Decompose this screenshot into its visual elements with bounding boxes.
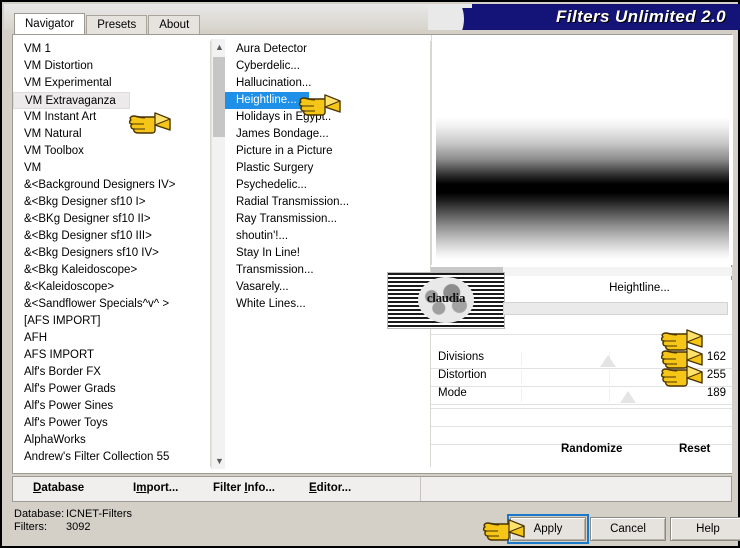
category-list-item[interactable]: &<Background Designers IV>	[13, 177, 210, 194]
tab-about[interactable]: About	[148, 15, 201, 34]
category-list[interactable]: VM 1 VM Distortion VM Experimental VM Extra…	[13, 35, 210, 473]
category-list-item[interactable]: Alf's Power Toys	[13, 415, 210, 432]
slider-label: Distortion	[438, 369, 487, 381]
apply-button[interactable]: Apply	[507, 514, 589, 544]
category-list-item[interactable]: [AFS IMPORT]	[13, 313, 210, 330]
preview-gradient	[436, 117, 729, 260]
filter-list-item[interactable]: Heightline...	[225, 92, 309, 109]
category-list-item[interactable]: &<Sandflower Specials^v^ >	[13, 296, 210, 313]
category-list-item[interactable]: AFH	[13, 330, 210, 347]
slider-thumb[interactable]	[599, 355, 616, 367]
filter-info-button[interactable]: Filter Info...	[213, 482, 275, 494]
tab-strip: Navigator Presets About	[14, 13, 201, 34]
cancel-button[interactable]: Cancel	[590, 517, 666, 541]
filter-title: Heightline...	[609, 282, 670, 294]
slider-thumb[interactable]	[668, 373, 684, 385]
separator-line	[431, 334, 732, 335]
reset-button[interactable]: Reset	[679, 443, 710, 455]
filter-list-item[interactable]: Aura Detector	[225, 41, 421, 58]
filter-list-item[interactable]: Cyberdelic...	[225, 58, 421, 75]
editor-button[interactable]: Editor...	[309, 482, 351, 494]
separator-line	[431, 426, 732, 427]
category-list-item[interactable]: Alf's Power Grads	[13, 381, 210, 398]
status-area: Database: ICNET-Filters Filters: 3092	[14, 508, 132, 534]
slider-thumb[interactable]	[619, 391, 636, 403]
slider-value: 255	[706, 369, 726, 381]
filter-list-item[interactable]: James Bondage...	[225, 126, 421, 143]
category-list-item[interactable]: VM Experimental	[13, 75, 210, 92]
category-list-item[interactable]: Alf's Border FX	[13, 364, 210, 381]
banner-curve-decoration-2	[428, 4, 472, 8]
filter-thumbnail: claudia	[387, 272, 505, 329]
status-filters-value: 3092	[66, 521, 91, 533]
category-list-item[interactable]: &<Bkg Designers sf10 IV>	[13, 245, 210, 262]
slider-label: Mode	[438, 387, 467, 399]
navigator-panel: VM 1 VM Distortion VM Experimental VM Extra…	[12, 34, 733, 474]
slider-tick	[521, 352, 522, 366]
category-list-item[interactable]: VM Natural	[13, 126, 210, 143]
category-list-item[interactable]: VM Extravaganza	[13, 92, 130, 109]
help-button[interactable]: Help	[670, 517, 740, 541]
category-list-item[interactable]: VM Distortion	[13, 58, 210, 75]
preview-image	[431, 35, 733, 265]
filter-list-item[interactable]: Hallucination...	[225, 75, 421, 92]
slider-row[interactable]: Distortion 255	[431, 368, 732, 386]
category-list-item[interactable]: &<Bkg Kaleidoscope>	[13, 262, 210, 279]
category-list-item[interactable]: VM 1	[13, 41, 210, 58]
separator-line	[431, 404, 732, 405]
app-banner: Filters Unlimited 2.0	[428, 4, 740, 30]
toolstrip-divider	[420, 477, 421, 501]
slider-row[interactable]: Divisions 162	[431, 350, 732, 368]
parameter-actions: Randomize Reset	[431, 443, 732, 471]
category-list-item[interactable]: &<Bkg Designer sf10 I>	[13, 194, 210, 211]
slider-tick	[521, 388, 522, 402]
category-list-item[interactable]: Alf's Power Sines	[13, 398, 210, 415]
preset-bar[interactable]	[503, 302, 728, 315]
status-filters-row: Filters: 3092	[14, 521, 132, 534]
thumbnail-label: claudia	[426, 290, 466, 305]
status-database-value: ICNET-Filters	[66, 508, 132, 520]
category-list-item[interactable]: &<BKg Designer sf10 II>	[13, 211, 210, 228]
status-database-row: Database: ICNET-Filters	[14, 508, 132, 521]
filter-list-item[interactable]: Radial Transmission...	[225, 194, 421, 211]
import-button[interactable]: Import...	[133, 482, 178, 494]
filter-list-item[interactable]: shoutin'!...	[225, 228, 421, 245]
tab-presets[interactable]: Presets	[86, 15, 148, 34]
app-title: Filters Unlimited 2.0	[556, 7, 726, 26]
category-list-item[interactable]: &<Kaleidoscope>	[13, 279, 210, 296]
database-button[interactable]: Database	[33, 482, 84, 494]
randomize-button[interactable]: Randomize	[561, 443, 622, 455]
filter-list-item[interactable]: Holidays in Egypt..	[225, 109, 421, 126]
category-list-item[interactable]: Andrew's Filter Collection 55	[13, 449, 210, 466]
slider-label: Divisions	[438, 351, 485, 363]
status-database-key: Database:	[14, 508, 65, 520]
category-list-item[interactable]: VM Instant Art	[13, 109, 210, 126]
slider-value: 189	[706, 387, 726, 399]
tool-strip: Database Import... Filter Info... Editor…	[12, 476, 732, 502]
separator-line	[431, 408, 732, 409]
category-list-item[interactable]: VM	[13, 160, 210, 177]
slider-tick	[609, 370, 610, 384]
category-list-item[interactable]: VM Toolbox	[13, 143, 210, 160]
category-list-item[interactable]: AlphaWorks	[13, 432, 210, 449]
slider-row[interactable]: Mode 189	[431, 386, 732, 404]
filter-list-item[interactable]: Stay In Line!	[225, 245, 421, 262]
filter-list-item[interactable]: Ray Transmission...	[225, 211, 421, 228]
slider-tick	[609, 388, 610, 402]
category-list-item[interactable]: &<Bkg Designer sf10 III>	[13, 228, 210, 245]
filter-list-item[interactable]: Psychedelic...	[225, 177, 421, 194]
filters-unlimited-window: Filters Unlimited 2.0 Navigator Presets …	[0, 0, 740, 548]
category-list-item[interactable]: AFS IMPORT	[13, 347, 210, 364]
slider-value: 162	[706, 351, 726, 363]
tab-navigator[interactable]: Navigator	[14, 13, 86, 34]
filter-list-item[interactable]: Picture in a Picture	[225, 143, 421, 160]
slider-tick	[521, 370, 522, 384]
filter-list[interactable]: Aura Detector Cyberdelic... Hallucination.…	[225, 35, 421, 473]
filter-list-item[interactable]: Plastic Surgery	[225, 160, 421, 177]
status-filters-key: Filters:	[14, 521, 47, 533]
